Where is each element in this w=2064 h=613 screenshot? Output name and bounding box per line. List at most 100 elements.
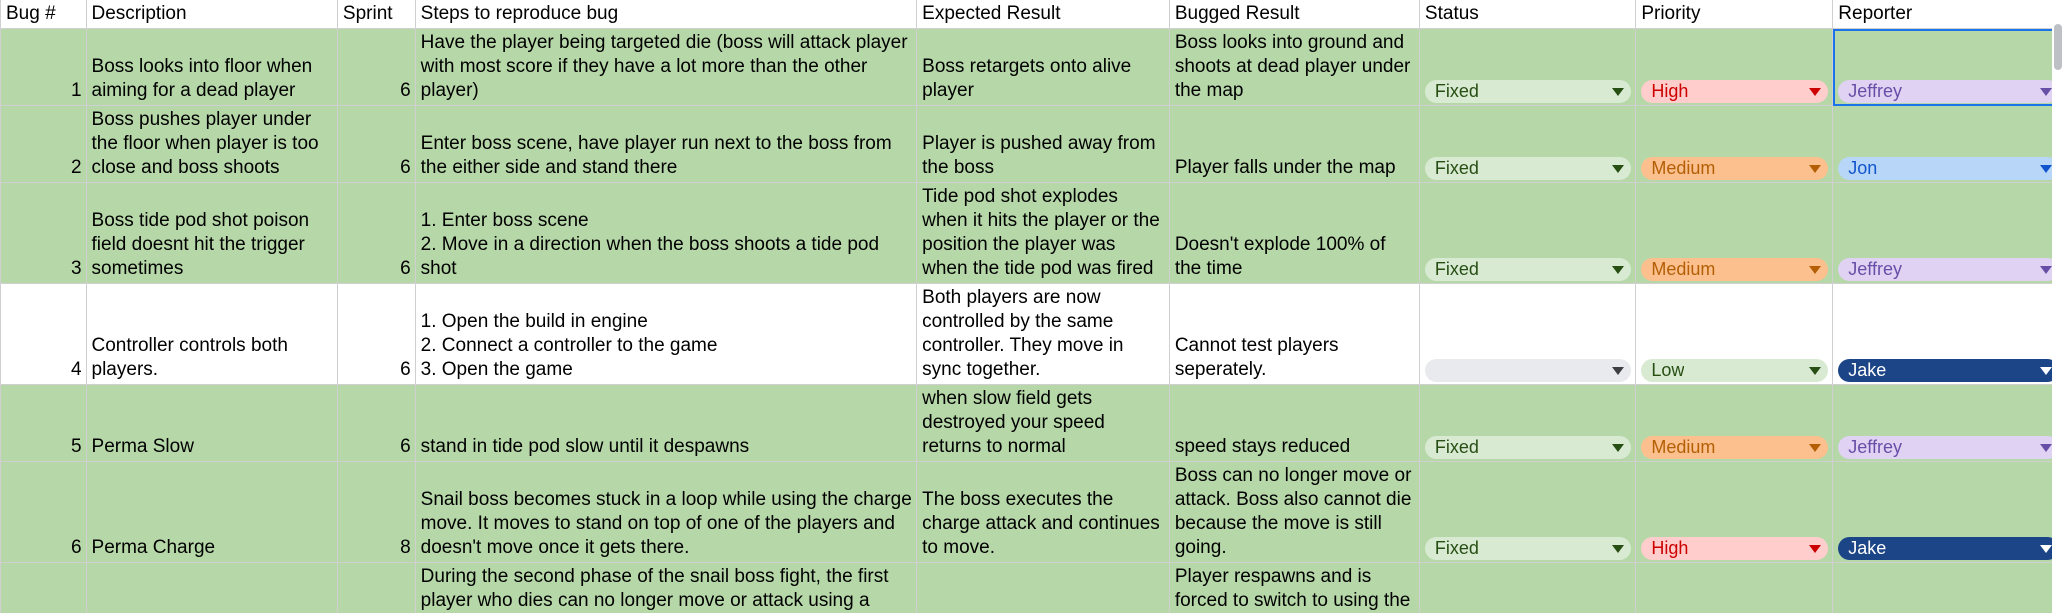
steps-cell[interactable]: Enter boss scene, have player run next t… bbox=[414, 105, 918, 183]
chevron-down-icon[interactable] bbox=[2040, 544, 2052, 553]
column-header-priority[interactable]: Priority bbox=[1635, 0, 1834, 29]
priority-chip[interactable]: Medium bbox=[1641, 258, 1829, 281]
description-cell[interactable]: Perma Charge bbox=[85, 461, 338, 563]
sprint-cell[interactable]: 9 bbox=[336, 562, 416, 613]
bug-number-cell[interactable]: 5 bbox=[0, 384, 87, 462]
status-cell[interactable]: Fixed bbox=[1418, 105, 1637, 183]
description-cell[interactable]: Perma Slow bbox=[85, 384, 338, 462]
column-header-steps[interactable]: Steps to reproduce bug bbox=[414, 0, 918, 29]
steps-cell[interactable]: 1. Open the build in engine 2. Connect a … bbox=[414, 283, 918, 385]
priority-chip[interactable]: Low bbox=[1641, 359, 1829, 382]
bugged-result-cell[interactable]: Doesn't explode 100% of the time bbox=[1168, 182, 1420, 284]
column-header-reporter[interactable]: Reporter bbox=[1832, 0, 2064, 29]
steps-cell[interactable]: During the second phase of the snail bos… bbox=[414, 562, 918, 613]
bug-number-cell[interactable]: 7 bbox=[0, 562, 87, 613]
chevron-down-icon[interactable] bbox=[2040, 443, 2052, 452]
status-cell[interactable] bbox=[1418, 283, 1637, 385]
vertical-scrollbar[interactable] bbox=[2052, 0, 2064, 613]
steps-cell[interactable]: 1. Enter boss scene 2. Move in a directio… bbox=[414, 182, 918, 284]
status-chip[interactable]: Fixed bbox=[1424, 436, 1632, 459]
status-cell[interactable]: Fixed bbox=[1418, 461, 1637, 563]
bug-number-cell[interactable]: 4 bbox=[0, 283, 87, 385]
chevron-down-icon[interactable] bbox=[1809, 87, 1822, 96]
chevron-down-icon[interactable] bbox=[1612, 544, 1625, 553]
column-header-sprint[interactable]: Sprint bbox=[336, 0, 416, 29]
reporter-cell[interactable]: Jon bbox=[1832, 105, 2064, 183]
reporter-cell[interactable]: Jeffrey bbox=[1832, 28, 2064, 106]
table-row[interactable]: 4 Controller controls both players. 6 1. Op… bbox=[0, 283, 2064, 385]
reporter-chip[interactable]: Jon bbox=[1838, 157, 2059, 180]
reporter-cell[interactable]: Jeffrey bbox=[1832, 562, 2064, 613]
priority-cell[interactable]: Medium bbox=[1635, 105, 1834, 183]
expected-result-cell[interactable]: Player is pushed away from the boss bbox=[916, 105, 1170, 183]
status-cell[interactable]: Fixed bbox=[1418, 384, 1637, 462]
priority-chip[interactable]: Medium bbox=[1641, 157, 1829, 180]
bug-number-cell[interactable]: 1 bbox=[0, 28, 87, 106]
expected-result-cell[interactable]: Tide pod shot explodes when it hits the … bbox=[916, 182, 1170, 284]
expected-result-cell[interactable]: Boss retargets onto alive player bbox=[916, 28, 1170, 106]
steps-cell[interactable]: Snail boss becomes stuck in a loop while… bbox=[414, 461, 918, 563]
sprint-cell[interactable]: 6 bbox=[336, 283, 416, 385]
status-chip[interactable] bbox=[1424, 359, 1632, 382]
priority-chip[interactable]: Medium bbox=[1641, 436, 1829, 459]
column-header-status[interactable]: Status bbox=[1418, 0, 1637, 29]
column-header-description[interactable]: Description bbox=[85, 0, 338, 29]
chevron-down-icon[interactable] bbox=[2040, 265, 2052, 274]
steps-cell[interactable]: Have the player being targeted die (boss… bbox=[414, 28, 918, 106]
reporter-cell[interactable]: Jeffrey bbox=[1832, 182, 2064, 284]
priority-cell[interactable]: High bbox=[1635, 28, 1834, 106]
table-row[interactable]: 3 Boss tide pod shot poison field doesnt … bbox=[0, 182, 2064, 284]
chevron-down-icon[interactable] bbox=[1809, 544, 1822, 553]
status-cell[interactable]: Fixed bbox=[1418, 562, 1637, 613]
expected-result-cell[interactable]: The player respawns and is able to move … bbox=[916, 562, 1170, 613]
bugged-result-cell[interactable]: Player respawns and is forced to switch … bbox=[1168, 562, 1420, 613]
expected-result-cell[interactable]: when slow field gets destroyed your spee… bbox=[916, 384, 1170, 462]
priority-cell[interactable]: High bbox=[1635, 461, 1834, 563]
column-header-bugged[interactable]: Bugged Result bbox=[1168, 0, 1420, 29]
status-chip[interactable]: Fixed bbox=[1424, 537, 1632, 560]
chevron-down-icon[interactable] bbox=[1809, 366, 1822, 375]
priority-cell[interactable]: Low bbox=[1635, 283, 1834, 385]
expected-result-cell[interactable]: The boss executes the charge attack and … bbox=[916, 461, 1170, 563]
reporter-cell[interactable]: Jake bbox=[1832, 461, 2064, 563]
reporter-chip[interactable]: Jake bbox=[1838, 537, 2059, 560]
status-chip[interactable]: Fixed bbox=[1424, 80, 1632, 103]
reporter-cell[interactable]: Jake bbox=[1832, 283, 2064, 385]
status-chip[interactable]: Fixed bbox=[1424, 157, 1632, 180]
chevron-down-icon[interactable] bbox=[1809, 164, 1822, 173]
column-header-bug[interactable]: Bug # bbox=[0, 0, 87, 29]
chevron-down-icon[interactable] bbox=[1809, 265, 1822, 274]
bug-number-cell[interactable]: 6 bbox=[0, 461, 87, 563]
reporter-chip[interactable]: Jake bbox=[1838, 359, 2059, 382]
reporter-cell[interactable]: Jeffrey bbox=[1832, 384, 2064, 462]
status-cell[interactable]: Fixed bbox=[1418, 28, 1637, 106]
column-header-expected[interactable]: Expected Result bbox=[916, 0, 1170, 29]
sprint-cell[interactable]: 6 bbox=[336, 182, 416, 284]
table-row[interactable]: 7Player can't move after respawn9During … bbox=[0, 562, 2064, 613]
chevron-down-icon[interactable] bbox=[2040, 164, 2052, 173]
status-chip[interactable]: Fixed bbox=[1424, 258, 1632, 281]
chevron-down-icon[interactable] bbox=[1612, 366, 1625, 375]
bug-number-cell[interactable]: 2 bbox=[0, 105, 87, 183]
chevron-down-icon[interactable] bbox=[2040, 87, 2052, 96]
description-cell[interactable]: Controller controls both players. bbox=[85, 283, 338, 385]
bug-number-cell[interactable]: 3 bbox=[0, 182, 87, 284]
bugged-result-cell[interactable]: speed stays reduced bbox=[1168, 384, 1420, 462]
priority-cell[interactable]: High bbox=[1635, 562, 1834, 613]
description-cell[interactable]: Boss looks into floor when aiming for a … bbox=[85, 28, 338, 106]
description-cell[interactable]: Boss pushes player under the floor when … bbox=[85, 105, 338, 183]
reporter-chip[interactable]: Jeffrey bbox=[1838, 436, 2059, 459]
expected-result-cell[interactable]: Both players are now controlled by the s… bbox=[916, 283, 1170, 385]
reporter-chip[interactable]: Jeffrey bbox=[1838, 258, 2059, 281]
chevron-down-icon[interactable] bbox=[1612, 87, 1625, 96]
bugged-result-cell[interactable]: Boss can no longer move or attack. Boss … bbox=[1168, 461, 1420, 563]
description-cell[interactable]: Player can't move after respawn bbox=[85, 562, 338, 613]
table-row[interactable]: 6 Perma Charge 8 Snail boss becomes stuck i… bbox=[0, 461, 2064, 563]
priority-cell[interactable]: Medium bbox=[1635, 384, 1834, 462]
sprint-cell[interactable]: 6 bbox=[336, 28, 416, 106]
scrollbar-thumb[interactable] bbox=[2054, 24, 2062, 70]
chevron-down-icon[interactable] bbox=[1809, 443, 1822, 452]
chevron-down-icon[interactable] bbox=[1612, 443, 1625, 452]
sprint-cell[interactable]: 6 bbox=[336, 105, 416, 183]
sprint-cell[interactable]: 6 bbox=[336, 384, 416, 462]
